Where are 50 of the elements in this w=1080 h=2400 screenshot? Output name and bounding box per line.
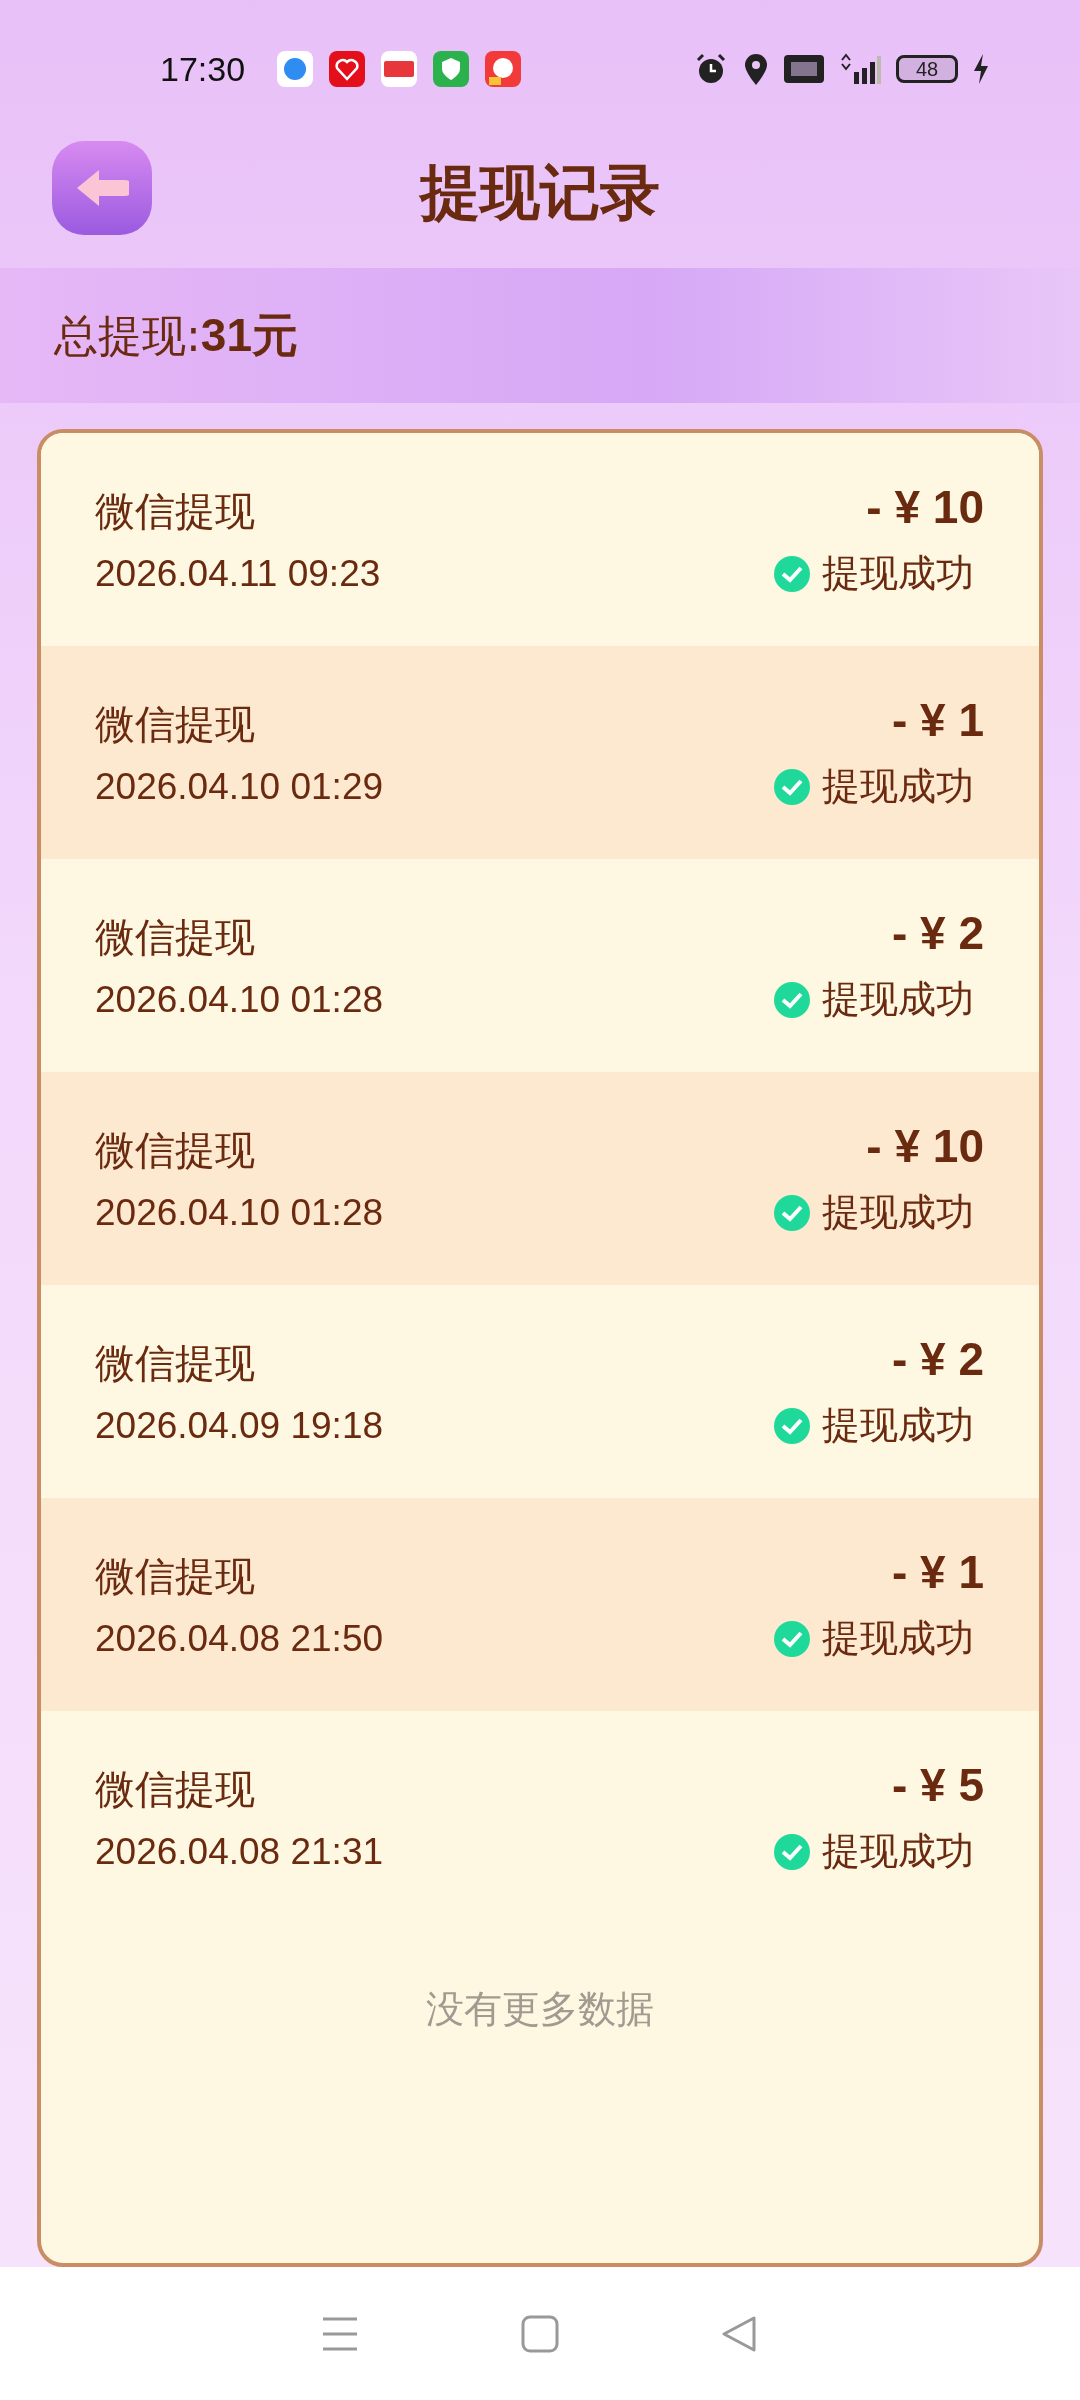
record-amount: - ¥ 1 [891, 1545, 984, 1600]
back-icon[interactable] [721, 2314, 759, 2353]
record-amount: - ¥ 2 [891, 906, 984, 961]
record-status: 提现成功 [822, 550, 974, 598]
record-title: 微信提现 [95, 1552, 256, 1602]
record-title: 微信提现 [95, 1765, 256, 1815]
record-status: 提现成功 [822, 976, 974, 1024]
browser-app-icon [277, 51, 314, 88]
record-status: 提现成功 [822, 763, 974, 811]
status-time: 17:30 [160, 49, 246, 89]
record-date: 2026.04.11 09:23 [95, 553, 381, 596]
home-icon[interactable] [521, 2314, 559, 2353]
check-circle-icon [774, 981, 810, 1018]
record-status: 提现成功 [822, 1828, 974, 1876]
record-status: 提现成功 [822, 1189, 974, 1237]
record-title: 微信提现 [95, 487, 256, 537]
record-amount: - ¥ 5 [891, 1758, 984, 1813]
record-amount: - ¥ 1 [891, 693, 984, 748]
record-date: 2026.04.09 19:18 [95, 1405, 384, 1448]
check-circle-icon [774, 1833, 810, 1870]
battery-icon: 48 [896, 55, 958, 84]
check-circle-icon [774, 768, 810, 805]
record-date: 2026.04.10 01:28 [95, 1192, 384, 1235]
record-title: 微信提现 [95, 913, 256, 963]
location-icon [742, 52, 770, 87]
record-title: 微信提现 [95, 1126, 256, 1176]
shield-app-icon [433, 51, 470, 88]
page-title: 提现记录 [420, 156, 660, 229]
signal-icon [838, 52, 882, 87]
check-circle-icon [774, 1194, 810, 1231]
record-date: 2026.04.08 21:50 [95, 1618, 384, 1661]
record-title: 微信提现 [95, 1339, 256, 1389]
record-date: 2026.04.10 01:28 [95, 979, 384, 1022]
record-amount: - ¥ 10 [866, 1119, 984, 1174]
record-status: 提现成功 [822, 1615, 974, 1663]
check-circle-icon [774, 555, 810, 592]
record-amount: - ¥ 2 [891, 1332, 984, 1387]
heart-app-icon [329, 51, 366, 88]
record-date: 2026.04.10 01:29 [95, 766, 384, 809]
arrow-left-icon [75, 167, 129, 208]
back-button[interactable] [52, 140, 152, 235]
check-circle-icon [774, 1620, 810, 1657]
check-circle-icon [774, 1407, 810, 1444]
no-more-data-text: 没有更多数据 [425, 1986, 655, 2034]
record-title: 微信提现 [95, 700, 256, 750]
record-status: 提现成功 [822, 1402, 974, 1450]
record-date: 2026.04.08 21:31 [95, 1831, 384, 1874]
total-withdrawal-text: 总提现:31元 [54, 307, 298, 363]
record-amount: - ¥ 10 [866, 480, 984, 535]
charging-icon [972, 53, 990, 86]
